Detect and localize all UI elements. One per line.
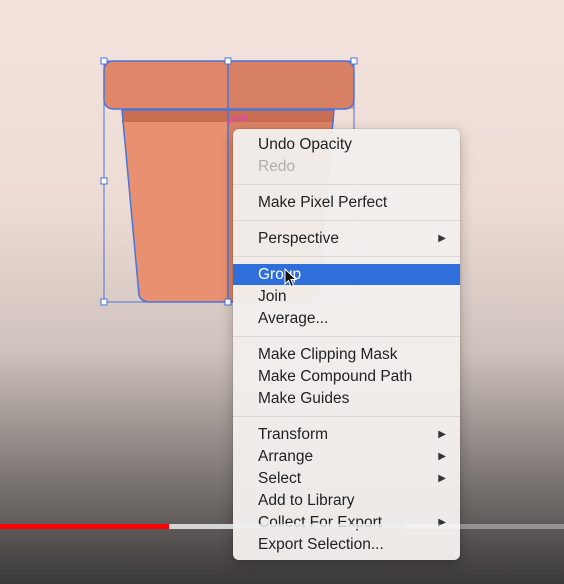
menu-separator [233,416,460,417]
menu-separator [233,336,460,337]
video-played-bar [0,524,170,529]
menu-item-add-to-library[interactable]: Add to Library [233,490,460,511]
menu-item-join[interactable]: Join [233,286,460,307]
menu-item-label: Select [258,470,302,487]
pot-rim-shade [228,61,354,109]
submenu-arrow-icon: ▶ [438,517,446,528]
menu-item-label: Perspective [258,230,339,247]
menu-item-export-selection[interactable]: Export Selection... [233,534,460,555]
menu-item-group[interactable]: Group [233,264,460,285]
mouse-pointer-icon [284,268,298,288]
menu-item-select[interactable]: Select ▶ [233,468,460,489]
menu-item-redo: Redo [258,158,296,175]
menu-separator [233,256,460,257]
submenu-arrow-icon: ▶ [438,429,446,440]
path-smart-guide-label: path [231,113,249,123]
menu-item-label: Transform [258,426,329,443]
menu-separator [233,184,460,185]
context-menu: Undo Opacity Redo Make Pixel Perfect Per… [233,129,460,560]
submenu-arrow-icon: ▶ [438,451,446,462]
menu-item-make-compound-path[interactable]: Make Compound Path [233,366,460,387]
video-progress-bar[interactable] [0,524,564,529]
menu-item-undo-opacity[interactable]: Undo Opacity [233,134,460,155]
menu-item-make-guides[interactable]: Make Guides [233,388,460,409]
menu-item-arrange[interactable]: Arrange ▶ [233,446,460,467]
menu-separator [233,220,460,221]
menu-item-make-clipping-mask[interactable]: Make Clipping Mask [233,344,460,365]
menu-item-transform[interactable]: Transform ▶ [233,424,460,445]
menu-item-make-pixel-perfect[interactable]: Make Pixel Perfect [233,192,460,213]
submenu-arrow-icon: ▶ [438,473,446,484]
submenu-arrow-icon: ▶ [438,233,446,244]
menu-item-perspective[interactable]: Perspective ▶ [233,228,460,249]
menu-item-label: Arrange [258,448,314,465]
menu-item-average[interactable]: Average... [233,308,460,329]
menu-item-collect-for-export[interactable]: Collect For Export ▶ [233,512,460,533]
